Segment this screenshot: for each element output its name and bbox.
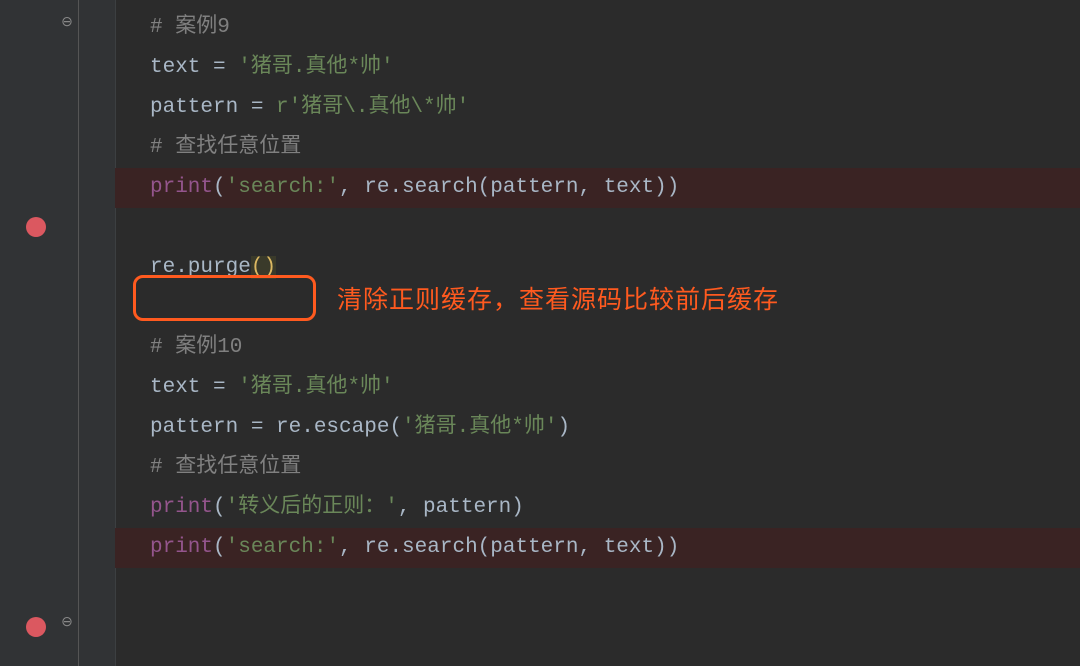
operator: = xyxy=(200,56,238,79)
blank-line[interactable] xyxy=(150,208,1080,248)
code-line[interactable]: # 查找任意位置 xyxy=(150,128,1080,168)
builtin-print: print xyxy=(150,176,213,199)
fold-close-icon[interactable]: ⊖ xyxy=(58,614,76,631)
string-literal: 'search:' xyxy=(226,536,339,559)
matched-paren: ( xyxy=(251,256,264,279)
identifier: text xyxy=(150,56,200,79)
call-args: , re.search(pattern, text)) xyxy=(339,176,679,199)
string-literal: 'search:' xyxy=(226,176,339,199)
fold-close-icon[interactable]: ⊖ xyxy=(58,14,76,31)
string-literal: '转义后的正则：' xyxy=(226,496,398,519)
code-line[interactable]: # 案例9 xyxy=(150,8,1080,48)
comment: # 查找任意位置 xyxy=(150,136,301,159)
identifier: text xyxy=(150,376,200,399)
operator: = xyxy=(200,376,238,399)
code-line[interactable]: pattern = r'猪哥\.真他\*帅' xyxy=(150,88,1080,128)
builtin-print: print xyxy=(150,496,213,519)
call-args: , re.search(pattern, text)) xyxy=(339,536,679,559)
annotation-text: 清除正则缓存，查看源码比较前后缓存 xyxy=(337,280,779,316)
comment: # 案例9 xyxy=(150,16,230,39)
paren: ( xyxy=(213,496,226,519)
string-literal: '猪哥.真他*帅' xyxy=(238,56,393,79)
code-editor[interactable]: ⊖ ⊖ # 案例9 text = '猪哥.真他*帅' pattern = r'猪… xyxy=(0,0,1080,666)
paren: ( xyxy=(213,176,226,199)
code-line[interactable]: pattern = re.escape('猪哥.真他*帅') xyxy=(150,408,1080,448)
comment: # 案例10 xyxy=(150,336,242,359)
operator: = xyxy=(238,96,276,119)
code-line[interactable]: text = '猪哥.真他*帅' xyxy=(150,368,1080,408)
code-line[interactable]: print('转义后的正则：', pattern) xyxy=(150,488,1080,528)
code-line[interactable]: print('search:', re.search(pattern, text… xyxy=(115,168,1080,208)
matched-paren: ) xyxy=(263,256,276,279)
code-line[interactable]: text = '猪哥.真他*帅' xyxy=(150,48,1080,88)
paren: ( xyxy=(213,536,226,559)
gutter-separator xyxy=(78,0,79,666)
builtin-print: print xyxy=(150,536,213,559)
string-literal: r'猪哥\.真他\*帅' xyxy=(276,96,469,119)
paren: ) xyxy=(557,416,570,439)
call-args: , pattern) xyxy=(398,496,524,519)
breakpoint-icon[interactable] xyxy=(26,617,46,637)
code-line[interactable]: # 案例10 xyxy=(150,328,1080,368)
comment: # 查找任意位置 xyxy=(150,456,301,479)
code-line[interactable]: print('search:', re.search(pattern, text… xyxy=(115,528,1080,568)
code-line[interactable]: # 查找任意位置 xyxy=(150,448,1080,488)
identifier: pattern xyxy=(150,96,238,119)
identifier: pattern xyxy=(150,416,238,439)
string-literal: '猪哥.真他*帅' xyxy=(402,416,557,439)
string-literal: '猪哥.真他*帅' xyxy=(238,376,393,399)
call-expr: = re.escape( xyxy=(238,416,402,439)
breakpoint-icon[interactable] xyxy=(26,217,46,237)
gutter: ⊖ ⊖ xyxy=(0,0,116,666)
call-expr: re.purge xyxy=(150,256,251,279)
